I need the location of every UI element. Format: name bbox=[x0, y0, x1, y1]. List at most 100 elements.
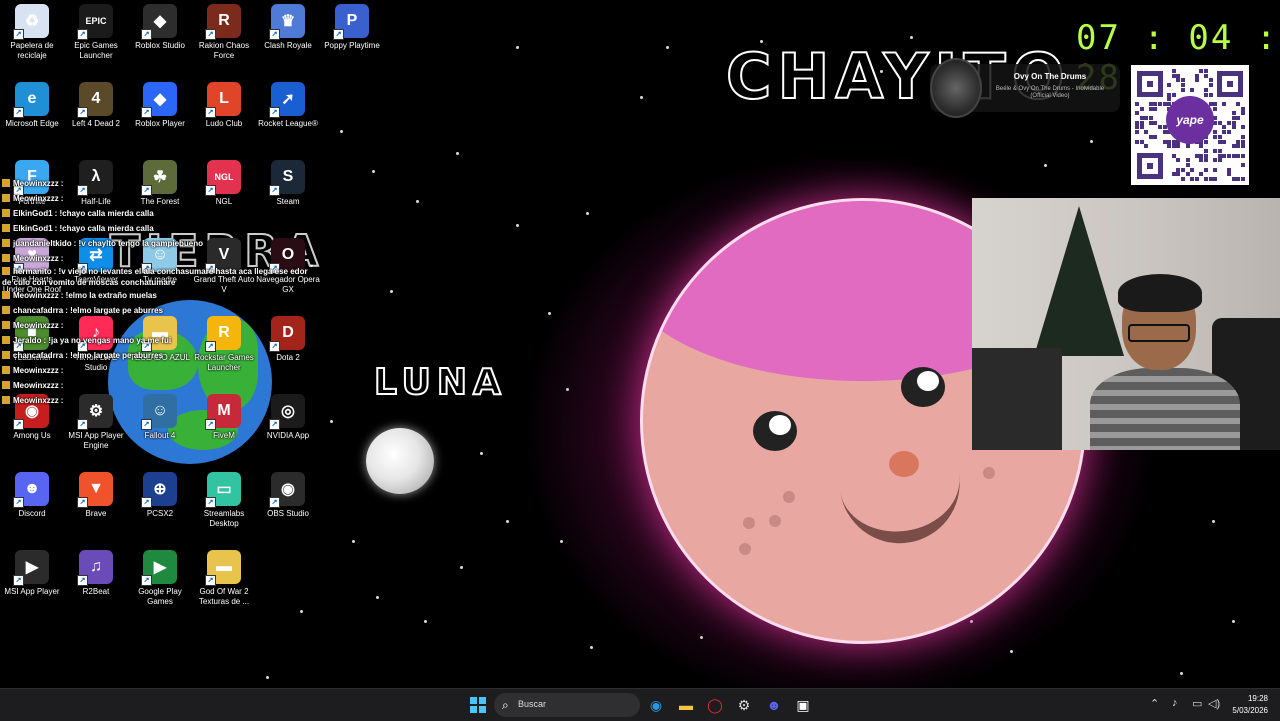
shortcut-arrow-icon: ↗ bbox=[13, 497, 24, 508]
qr-module bbox=[1148, 106, 1153, 111]
qr-module bbox=[1236, 177, 1241, 182]
qr-module bbox=[1222, 101, 1227, 106]
desktop-icon-r2beat[interactable]: ♫ ↗ R2Beat bbox=[64, 550, 128, 597]
clock-separator: : bbox=[1143, 18, 1166, 58]
qr-module bbox=[1231, 125, 1236, 130]
qr-module bbox=[1204, 69, 1208, 73]
planet-freckle bbox=[983, 467, 995, 479]
desktop-icon-streamlabs[interactable]: ▭ ↗ Streamlabs Desktop bbox=[192, 472, 256, 529]
taskbar-time[interactable]: 19:28 bbox=[1244, 694, 1268, 703]
start-windows-icon[interactable] bbox=[468, 695, 488, 715]
desktop-icon-google-play-games[interactable]: ▶ ↗ Google Play Games bbox=[128, 550, 192, 607]
desktop-icon-label: PCSX2 bbox=[146, 509, 174, 518]
desktop-icon-epic-games[interactable]: EPIC ↗ Epic Games Launcher bbox=[64, 4, 128, 61]
desktop-icon-roblox-player[interactable]: ◆ ↗ Roblox Player bbox=[128, 82, 192, 129]
shortcut-arrow-icon: ↗ bbox=[13, 575, 24, 586]
qr-module bbox=[1204, 139, 1208, 144]
chat-message: Meowinxzzz: bbox=[2, 318, 322, 333]
streamlabs-icon: ▭ ↗ bbox=[205, 472, 241, 508]
network-icon[interactable]: ▭ bbox=[1192, 697, 1202, 710]
chat-username: ElkinGod1 bbox=[13, 209, 53, 218]
qr-module bbox=[1199, 158, 1204, 163]
qr-module bbox=[1236, 153, 1241, 158]
qr-module bbox=[1153, 101, 1158, 106]
chat-badge-icon bbox=[2, 321, 10, 329]
webcam-shelf bbox=[972, 348, 1062, 450]
desktop-icon-folder[interactable]: ▬ ↗ God Of War 2 Texturas de ... bbox=[192, 550, 256, 607]
desktop-icon-ludo-club[interactable]: L ↗ Ludo Club bbox=[192, 82, 256, 129]
poppy-playtime-icon: P ↗ bbox=[333, 4, 369, 40]
chat-message: ElkinGod1: !chayo calla mierda calla bbox=[2, 221, 322, 236]
r2beat-icon: ♫ ↗ bbox=[77, 550, 113, 586]
chat-username: ElkinGod1 bbox=[13, 224, 53, 233]
qr-module bbox=[1148, 120, 1153, 125]
microphone-icon[interactable]: ♪ bbox=[1172, 697, 1178, 709]
desktop-icon-label: God Of War 2 Texturas de ... bbox=[198, 587, 250, 606]
planet-freckle bbox=[743, 517, 755, 529]
desktop-icon-rocket-league[interactable]: ➚ ↗ Rocket League® bbox=[256, 82, 320, 129]
qr-module bbox=[1176, 167, 1181, 172]
shortcut-arrow-icon: ↗ bbox=[269, 497, 280, 508]
qr-finder bbox=[1217, 71, 1243, 97]
desktop-icon-edge[interactable]: e ↗ Microsoft Edge bbox=[0, 82, 64, 129]
qr-module bbox=[1240, 163, 1245, 167]
desktop-icon-label: Discord bbox=[18, 509, 46, 518]
desktop-icon-poppy-playtime[interactable]: P ↗ Poppy Playtime bbox=[320, 4, 384, 51]
volume-icon[interactable]: ◁) bbox=[1208, 697, 1220, 710]
edge-taskbar-icon[interactable]: ◉ bbox=[646, 695, 666, 715]
star bbox=[1180, 672, 1183, 675]
chat-text: : bbox=[60, 381, 64, 390]
christmas-tree bbox=[1034, 206, 1124, 356]
qr-module bbox=[1204, 92, 1208, 97]
steam-taskbar-icon[interactable]: ⚙ bbox=[734, 695, 754, 715]
desktop-icon-clash-royale[interactable]: ♛ ↗ Clash Royale bbox=[256, 4, 320, 51]
desktop-icon-recycle-bin[interactable]: ♻ ↗ Papelera de reciclaje bbox=[0, 4, 64, 61]
taskbar-date[interactable]: 5/03/2026 bbox=[1226, 706, 1268, 715]
opera-gx-taskbar-icon[interactable]: ◯ bbox=[705, 695, 725, 715]
qr-module bbox=[1204, 167, 1208, 172]
desktop-icon-discord[interactable]: ☻ ↗ Discord bbox=[0, 472, 64, 519]
qr-module bbox=[1222, 125, 1227, 130]
star bbox=[424, 620, 427, 623]
chat-badge-icon bbox=[2, 254, 10, 262]
desktop-icon-obs[interactable]: ◉ ↗ OBS Studio bbox=[256, 472, 320, 519]
file-explorer-icon[interactable]: ▬ bbox=[676, 695, 696, 715]
chat-message: juandanieltkido: !v chaylto tengo la gam… bbox=[2, 236, 322, 251]
desktop-icon-msi-player[interactable]: ▶ ↗ MSI App Player bbox=[0, 550, 64, 597]
left4dead-icon: 4 ↗ bbox=[77, 82, 113, 118]
qr-module bbox=[1236, 116, 1241, 120]
chat-text: : bbox=[60, 254, 64, 263]
chat-text: : bbox=[60, 194, 64, 203]
shortcut-arrow-icon: ↗ bbox=[13, 419, 24, 430]
star bbox=[266, 676, 269, 679]
qr-module bbox=[1204, 87, 1208, 92]
qr-module bbox=[1199, 69, 1204, 73]
qr-module bbox=[1240, 144, 1245, 149]
folder-icon: ▬ ↗ bbox=[205, 550, 241, 586]
desktop-icon-pcsx2[interactable]: ⊕ ↗ PCSX2 bbox=[128, 472, 192, 519]
qr-module bbox=[1181, 83, 1185, 88]
desktop-icon-brave[interactable]: ▼ ↗ Brave bbox=[64, 472, 128, 519]
tray-chevron-up-icon[interactable]: ⌃ bbox=[1150, 697, 1159, 710]
discord-taskbar-icon[interactable]: ☻ bbox=[764, 695, 784, 715]
desktop-icon-label: MSI App Player Engine bbox=[68, 431, 124, 450]
qr-module bbox=[1217, 158, 1222, 163]
star bbox=[1212, 520, 1215, 523]
qr-module bbox=[1208, 92, 1213, 97]
desktop-icon-roblox-studio[interactable]: ◆ ↗ Roblox Studio bbox=[128, 4, 192, 51]
streamlabs-taskbar-icon[interactable]: ▣ bbox=[793, 695, 813, 715]
desktop-icon-label: Roblox Player bbox=[135, 119, 185, 128]
qr-module bbox=[1167, 139, 1172, 144]
chat-message: Jeraldo: !ja ya no vengas mano ya me fui bbox=[2, 333, 322, 348]
qr-module bbox=[1135, 101, 1139, 106]
desktop-icon-label: NVIDIA App bbox=[266, 431, 310, 440]
qr-module bbox=[1227, 120, 1231, 125]
desktop-icon-rakion[interactable]: R ↗ Rakion Chaos Force bbox=[192, 4, 256, 61]
taskbar-search-box[interactable]: ⌕ Buscar bbox=[494, 693, 640, 717]
qr-module bbox=[1171, 153, 1176, 158]
qr-module bbox=[1139, 116, 1144, 120]
chat-message: Meowinxzzz: bbox=[2, 191, 322, 206]
chat-message: Meowinxzzz: bbox=[2, 378, 322, 393]
desktop-icon-left4dead[interactable]: 4 ↗ Left 4 Dead 2 bbox=[64, 82, 128, 129]
shortcut-arrow-icon: ↗ bbox=[77, 575, 88, 586]
